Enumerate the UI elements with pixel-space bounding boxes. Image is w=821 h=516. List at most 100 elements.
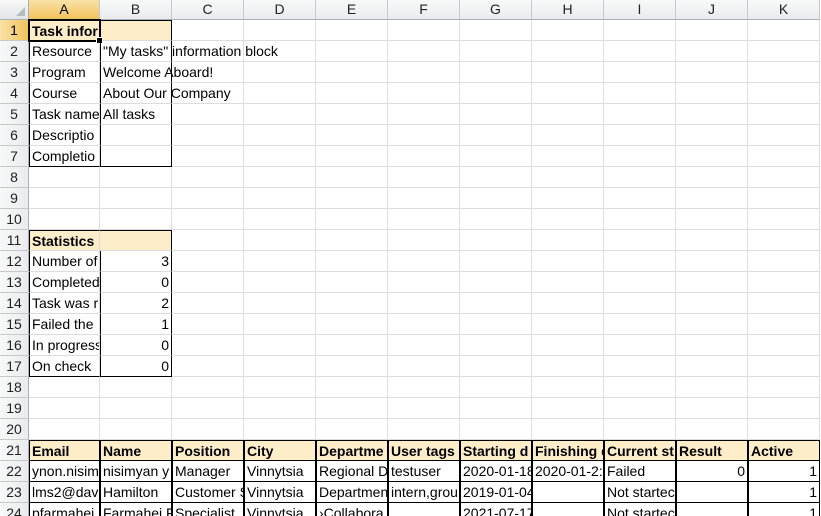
cell-b18[interactable] (100, 377, 172, 398)
cell-j12[interactable] (676, 251, 748, 272)
cell-e11[interactable] (316, 230, 388, 251)
cell-g11[interactable] (460, 230, 532, 251)
cell-f10[interactable] (388, 209, 460, 230)
cell-b22[interactable]: nisimyan y (100, 461, 172, 482)
cell-i15[interactable] (604, 314, 676, 335)
cell-a3[interactable]: Program (29, 62, 100, 83)
cell-j17[interactable] (676, 356, 748, 377)
cell-h8[interactable] (532, 167, 604, 188)
spreadsheet[interactable]: A B C D E F G H I J K 1 2 3 4 5 6 7 8 9 10 11 12 13 14 15 16 17 18 19… (0, 0, 821, 516)
cell-h9[interactable] (532, 188, 604, 209)
cell-h1[interactable] (532, 20, 604, 41)
cell-h19[interactable] (532, 398, 604, 419)
cell-g22[interactable]: 2020-01-18 (460, 461, 532, 482)
cell-c19[interactable] (172, 398, 244, 419)
cell-b7[interactable] (100, 146, 172, 167)
cell-b6[interactable] (100, 125, 172, 146)
cell-b4[interactable]: About Our Company (100, 83, 231, 104)
cell-e20[interactable] (316, 419, 388, 440)
cell-k17[interactable] (748, 356, 820, 377)
cell-i6[interactable] (604, 125, 676, 146)
cell-k20[interactable] (748, 419, 820, 440)
cell-b2[interactable]: "My tasks" information block (100, 41, 278, 62)
cell-e9[interactable] (316, 188, 388, 209)
cell-d9[interactable] (244, 188, 316, 209)
cell-j23[interactable] (676, 482, 748, 503)
cell-j6[interactable] (676, 125, 748, 146)
cell-i1[interactable] (604, 20, 676, 41)
cell-b20[interactable] (100, 419, 172, 440)
cell-f23[interactable]: intern,grou (388, 482, 460, 503)
cell-k18[interactable] (748, 377, 820, 398)
cell-e1[interactable] (316, 20, 388, 41)
cell-f17[interactable] (388, 356, 460, 377)
cell-c21[interactable]: Position (172, 440, 244, 461)
cell-f22[interactable]: testuser (388, 461, 460, 482)
cell-i23[interactable]: Not startec (604, 482, 676, 503)
cell-h10[interactable] (532, 209, 604, 230)
cell-k23[interactable]: 1 (748, 482, 820, 503)
row-header-2[interactable]: 2 (0, 41, 29, 62)
cell-b10[interactable] (100, 209, 172, 230)
cell-a21[interactable]: Email (29, 440, 100, 461)
cell-h21[interactable]: Finishing d (532, 440, 604, 461)
column-header-c[interactable]: C (172, 0, 244, 20)
cell-g19[interactable] (460, 398, 532, 419)
cell-b1[interactable] (100, 20, 172, 41)
cell-e24[interactable]: ›Collabora (316, 503, 388, 516)
column-header-d[interactable]: D (244, 0, 316, 20)
cell-b21[interactable]: Name (100, 440, 172, 461)
cell-j22[interactable]: 0 (676, 461, 748, 482)
cell-i5[interactable] (604, 104, 676, 125)
row-header-6[interactable]: 6 (0, 125, 29, 146)
cell-h16[interactable] (532, 335, 604, 356)
cell-k14[interactable] (748, 293, 820, 314)
cell-f6[interactable] (388, 125, 460, 146)
cell-b17[interactable]: 0 (100, 356, 172, 377)
cell-i17[interactable] (604, 356, 676, 377)
cell-h18[interactable] (532, 377, 604, 398)
cell-h11[interactable] (532, 230, 604, 251)
row-header-12[interactable]: 12 (0, 251, 29, 272)
cell-h7[interactable] (532, 146, 604, 167)
row-header-7[interactable]: 7 (0, 146, 29, 167)
cell-e10[interactable] (316, 209, 388, 230)
cell-b16[interactable]: 0 (100, 335, 172, 356)
cell-d13[interactable] (244, 272, 316, 293)
row-header-4[interactable]: 4 (0, 83, 29, 104)
cell-j24[interactable] (676, 503, 748, 516)
cell-a20[interactable] (29, 419, 100, 440)
cell-k7[interactable] (748, 146, 820, 167)
cell-k11[interactable] (748, 230, 820, 251)
cell-g14[interactable] (460, 293, 532, 314)
cell-d3[interactable] (244, 62, 316, 83)
cell-a4[interactable]: Course (29, 83, 100, 104)
cell-a12[interactable]: Number of (29, 251, 100, 272)
cell-d6[interactable] (244, 125, 316, 146)
cell-a14[interactable]: Task was r (29, 293, 100, 314)
cell-f24[interactable] (388, 503, 460, 516)
cell-e2[interactable] (316, 41, 388, 62)
cell-b8[interactable] (100, 167, 172, 188)
cell-k16[interactable] (748, 335, 820, 356)
cell-k12[interactable] (748, 251, 820, 272)
cell-g18[interactable] (460, 377, 532, 398)
cell-d1[interactable] (244, 20, 316, 41)
row-header-19[interactable]: 19 (0, 398, 29, 419)
cell-a24[interactable]: pfarmahei (29, 503, 100, 516)
cell-g9[interactable] (460, 188, 532, 209)
cell-k9[interactable] (748, 188, 820, 209)
cell-g20[interactable] (460, 419, 532, 440)
row-header-9[interactable]: 9 (0, 188, 29, 209)
row-header-15[interactable]: 15 (0, 314, 29, 335)
cell-e22[interactable]: Regional D (316, 461, 388, 482)
cell-g13[interactable] (460, 272, 532, 293)
cell-h13[interactable] (532, 272, 604, 293)
cell-c5[interactable] (172, 104, 244, 125)
cell-k5[interactable] (748, 104, 820, 125)
cell-h4[interactable] (532, 83, 604, 104)
cell-j16[interactable] (676, 335, 748, 356)
cell-d20[interactable] (244, 419, 316, 440)
cell-g17[interactable] (460, 356, 532, 377)
cell-d8[interactable] (244, 167, 316, 188)
